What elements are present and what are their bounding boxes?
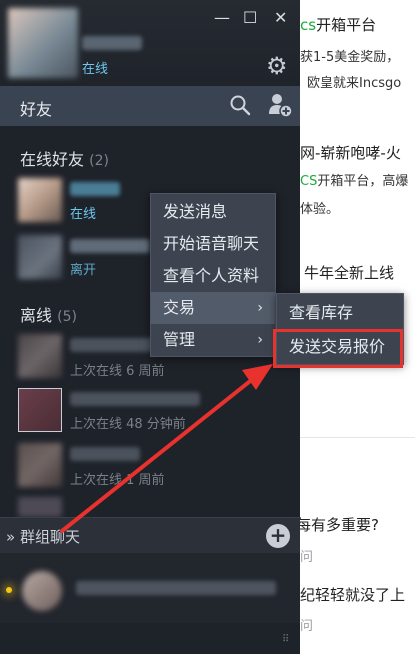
bg-meta-2: 问: [300, 619, 314, 634]
menu-item-manage[interactable]: 管理 ›: [151, 324, 275, 356]
chevron-double-down-icon: »: [6, 528, 16, 546]
friend-avatar: [18, 443, 62, 487]
user-status[interactable]: 在线: [82, 58, 108, 77]
bg-snippet-3: CS开箱平台，高爆: [300, 174, 409, 189]
chevron-right-icon: ›: [257, 332, 263, 348]
friend-name: [70, 447, 140, 461]
group-avatar: [22, 571, 62, 611]
menu-item-trade[interactable]: 交易 ›: [151, 292, 275, 324]
friend-name: [70, 182, 120, 196]
user-name: [82, 36, 142, 50]
bg-headline-4[interactable]: 每有多重要?: [296, 514, 379, 535]
bg-meta-1: 问: [300, 550, 314, 565]
bg-snippet-1: 获1-5美金奖励，: [300, 50, 400, 65]
friend-context-menu: 发送消息 开始语音聊天 查看个人资料 交易 › 管理 ›: [150, 193, 276, 357]
bg-headline-1[interactable]: cs开箱平台: [300, 14, 376, 35]
bg-snippet-4: 体验。: [300, 202, 340, 217]
friend-status: 在线: [70, 207, 97, 222]
friend-status: 离开: [70, 263, 97, 278]
maximize-icon[interactable]: ☐: [243, 8, 257, 27]
add-friend-icon[interactable]: [267, 92, 293, 118]
bg-headline-3[interactable]: 牛年全新上线: [304, 262, 394, 283]
group-chat-row[interactable]: [0, 553, 300, 623]
menu-item-view-profile[interactable]: 查看个人资料: [151, 260, 275, 292]
friend-name: [70, 392, 200, 406]
bg-divider: [300, 437, 415, 438]
menu-item-manage-label: 管理: [163, 330, 196, 349]
menu-item-voice-chat[interactable]: 开始语音聊天: [151, 228, 275, 260]
titlebar: 在线 — ☐ ✕ ⚙: [0, 0, 300, 86]
friend-name: [70, 239, 150, 253]
notification-dot: [6, 587, 12, 593]
friend-name: [70, 338, 160, 352]
friend-avatar: [18, 178, 62, 222]
group-chat-bar[interactable]: » 群组聊天 +: [0, 517, 300, 553]
user-avatar[interactable]: [8, 8, 78, 78]
friend-status: 上次在线 48 分钟前: [70, 417, 186, 432]
bg-headline-5[interactable]: 纪轻轻就没了上: [300, 584, 405, 605]
online-section-title[interactable]: 在线好友 (2): [20, 146, 109, 170]
chevron-right-icon: ›: [257, 300, 263, 316]
friends-header-label: 好友: [20, 100, 53, 119]
search-icon[interactable]: [229, 94, 251, 116]
gear-icon[interactable]: ⚙: [266, 52, 288, 80]
offline-section-title[interactable]: 离线 (5): [20, 302, 77, 326]
group-name: [76, 581, 276, 595]
friend-status: 上次在线 6 周前: [70, 364, 165, 379]
resize-grip-icon[interactable]: ⠿: [282, 634, 289, 645]
highlight-box: [273, 329, 403, 368]
menu-item-send-message[interactable]: 发送消息: [151, 196, 275, 228]
bg-snippet-2: 欧皇就来Incsgo: [307, 76, 402, 91]
friend-avatar: [18, 334, 62, 378]
friend-avatar: [18, 235, 62, 279]
friend-avatar: [18, 388, 62, 432]
add-group-icon[interactable]: +: [266, 524, 290, 548]
bg-headline-2[interactable]: 网-崭新咆哮-火: [300, 142, 401, 163]
menu-item-view-inventory[interactable]: 查看库存: [277, 297, 403, 329]
friend-status: 上次在线 1 周前: [70, 473, 165, 488]
minimize-icon[interactable]: —: [214, 8, 230, 27]
friends-header: 好友: [0, 86, 300, 126]
close-icon[interactable]: ✕: [274, 8, 287, 27]
friend-avatar-partial[interactable]: [18, 497, 62, 517]
menu-item-trade-label: 交易: [163, 298, 196, 317]
group-chat-label[interactable]: » 群组聊天: [6, 526, 80, 547]
